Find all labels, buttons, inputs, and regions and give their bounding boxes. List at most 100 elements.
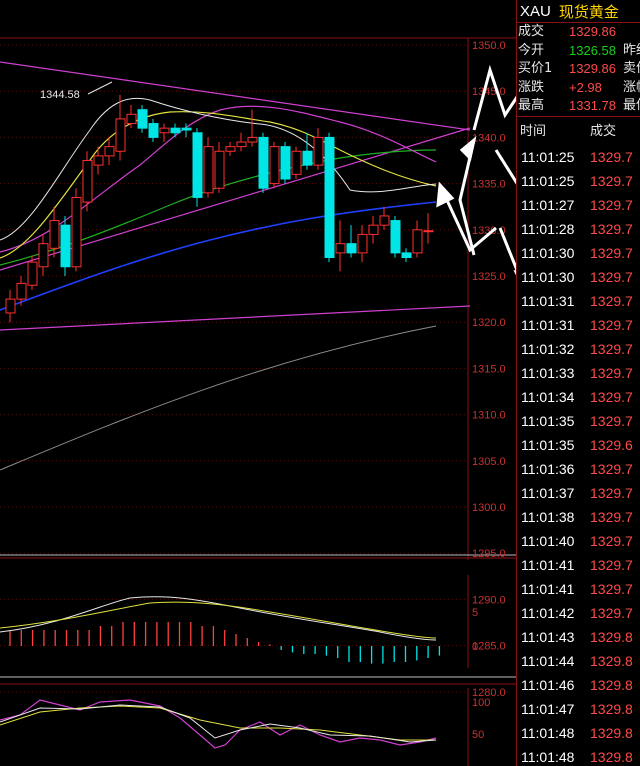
tick-price: 1329.7 xyxy=(590,412,633,429)
tick-row[interactable]: 11:01:28 1329.7 xyxy=(517,217,640,241)
quote-details: 成交1329.86今开1326.58昨结买价11329.86卖价涨跌+2.98涨… xyxy=(517,23,640,116)
candle xyxy=(324,132,335,263)
quote-label: 涨跌 xyxy=(518,79,545,95)
candle xyxy=(203,137,214,198)
tick-header: 时间 成交 xyxy=(517,115,640,145)
quote-label: 买价1 xyxy=(518,61,553,76)
quote-label-secondary: 涨幅 xyxy=(623,79,640,95)
quote-row: 成交 1329.86 xyxy=(517,23,640,42)
symbol-name: 现货黄金 xyxy=(558,2,619,21)
tick-price: 1329.7 xyxy=(590,196,633,213)
tick-row[interactable]: 11:01:47 1329.8 xyxy=(517,697,640,721)
tick-price: 1329.7 xyxy=(590,172,633,189)
tick-header-price: 成交 xyxy=(590,123,617,139)
tick-time: 11:01:42 xyxy=(521,604,575,621)
tick-time: 11:01:48 xyxy=(521,748,575,765)
tick-price: 1329.7 xyxy=(590,484,633,501)
price-tick-label: 1305.0 xyxy=(472,456,506,468)
tick-price: 1329.7 xyxy=(590,604,633,621)
tick-list[interactable]: 11:01:25 1329.7 11:01:25 1329.7 11:01:27 1329… xyxy=(517,145,640,766)
quote-row: 涨跌 +2.98 涨幅 xyxy=(517,79,640,98)
price-tick-label: 1300.0 xyxy=(472,502,506,514)
macd-axis-5: 5 xyxy=(472,607,478,619)
tick-row[interactable]: 11:01:27 1329.7 xyxy=(517,193,640,217)
tick-row[interactable]: 11:01:40 1329.7 xyxy=(517,529,640,553)
tick-row[interactable]: 11:01:48 1329.8 xyxy=(517,745,640,766)
tick-row[interactable]: 11:01:25 1329.7 xyxy=(517,145,640,169)
tick-price: 1329.7 xyxy=(590,268,633,285)
tick-row[interactable]: 11:01:31 1329.7 xyxy=(517,289,640,313)
tick-time: 11:01:31 xyxy=(521,316,575,333)
tick-row[interactable]: 11:01:37 1329.7 xyxy=(517,481,640,505)
macd-axis-0: 0 xyxy=(472,641,478,653)
price-tick-label: 1315.0 xyxy=(472,363,506,375)
tick-time: 11:01:46 xyxy=(521,676,575,693)
price-tick-label: 1320.0 xyxy=(472,317,506,329)
tick-row[interactable]: 11:01:41 1329.7 xyxy=(517,553,640,577)
tick-time: 11:01:34 xyxy=(521,388,575,405)
tick-time: 11:01:47 xyxy=(521,700,575,717)
tick-row[interactable]: 11:01:42 1329.7 xyxy=(517,601,640,625)
tick-price: 1329.7 xyxy=(590,292,633,309)
tick-row[interactable]: 11:01:30 1329.7 xyxy=(517,241,640,265)
quote-row: 买价1 1329.86 卖价 xyxy=(517,60,640,79)
tick-price: 1329.7 xyxy=(590,532,633,549)
tick-time: 11:01:43 xyxy=(521,628,575,645)
tick-time: 11:01:30 xyxy=(521,268,575,285)
tick-time: 11:01:40 xyxy=(521,532,575,549)
tick-row[interactable]: 11:01:43 1329.8 xyxy=(517,625,640,649)
tick-time: 11:01:41 xyxy=(521,580,575,597)
quote-label-secondary: 卖价 xyxy=(623,61,640,76)
tick-price: 1329.7 xyxy=(590,556,633,573)
tick-row[interactable]: 11:01:30 1329.7 xyxy=(517,265,640,289)
tick-time: 11:01:48 xyxy=(521,724,575,741)
price-tick-label: 1290.0 xyxy=(472,594,506,606)
tick-time: 11:01:31 xyxy=(521,292,575,309)
tick-row[interactable]: 11:01:25 1329.7 xyxy=(517,169,640,193)
tick-time: 11:01:33 xyxy=(521,364,575,381)
tick-time: 11:01:28 xyxy=(521,220,575,237)
price-tick-label: 1325.0 xyxy=(472,271,506,283)
tick-price: 1329.7 xyxy=(590,148,633,165)
tick-time: 11:01:27 xyxy=(521,196,575,213)
symbol-code: XAU xyxy=(520,2,551,20)
tick-row[interactable]: 11:01:46 1329.8 xyxy=(517,673,640,697)
tick-price: 1329.7 xyxy=(590,508,633,525)
tick-row[interactable]: 11:01:41 1329.7 xyxy=(517,577,640,601)
tick-row[interactable]: 11:01:35 1329.6 xyxy=(517,433,640,457)
tick-time: 11:01:44 xyxy=(521,652,575,669)
price-tick-label: 1345.0 xyxy=(472,86,506,98)
tick-row[interactable]: 11:01:31 1329.7 xyxy=(517,313,640,337)
quote-panel: XAU 现货黄金 成交 1329.86 今开 1326.58 昨结买价1 1329.86 卖… xyxy=(516,0,640,766)
candle xyxy=(82,151,93,212)
quote-value: +2.98 xyxy=(569,79,602,95)
tick-row[interactable]: 11:01:48 1329.8 xyxy=(517,721,640,745)
quote-header: XAU 现货黄金 xyxy=(517,0,640,23)
kline-chart-area[interactable]: 1350.01345.01340.01335.01330.01325.01320… xyxy=(0,0,516,766)
tick-price: 1329.7 xyxy=(590,316,633,333)
tick-row[interactable]: 11:01:33 1329.7 xyxy=(517,361,640,385)
tick-row[interactable]: 11:01:38 1329.7 xyxy=(517,505,640,529)
tick-row[interactable]: 11:01:32 1329.7 xyxy=(517,337,640,361)
quote-label: 成交 xyxy=(518,24,545,39)
tick-row[interactable]: 11:01:35 1329.7 xyxy=(517,409,640,433)
quote-label: 今开 xyxy=(518,42,545,58)
tick-row[interactable]: 11:01:34 1329.7 xyxy=(517,385,640,409)
price-tick-label: 1340.0 xyxy=(472,132,506,144)
candle xyxy=(192,128,203,207)
candle xyxy=(71,188,82,272)
candle xyxy=(258,132,269,193)
tick-time: 11:01:25 xyxy=(521,172,575,189)
tick-price: 1329.8 xyxy=(590,628,633,645)
kdj-axis-50: 50 xyxy=(472,729,484,741)
price-tick-label: 1310.0 xyxy=(472,410,506,422)
quote-value: 1329.86 xyxy=(569,61,616,76)
tick-price: 1329.7 xyxy=(590,364,633,381)
tick-price: 1329.7 xyxy=(590,340,633,357)
tick-row[interactable]: 11:01:44 1329.8 xyxy=(517,649,640,673)
candle xyxy=(291,146,302,179)
candle xyxy=(60,215,71,276)
tick-row[interactable]: 11:01:36 1329.7 xyxy=(517,457,640,481)
tick-time: 11:01:32 xyxy=(521,340,575,357)
quote-value: 1329.86 xyxy=(569,24,616,39)
